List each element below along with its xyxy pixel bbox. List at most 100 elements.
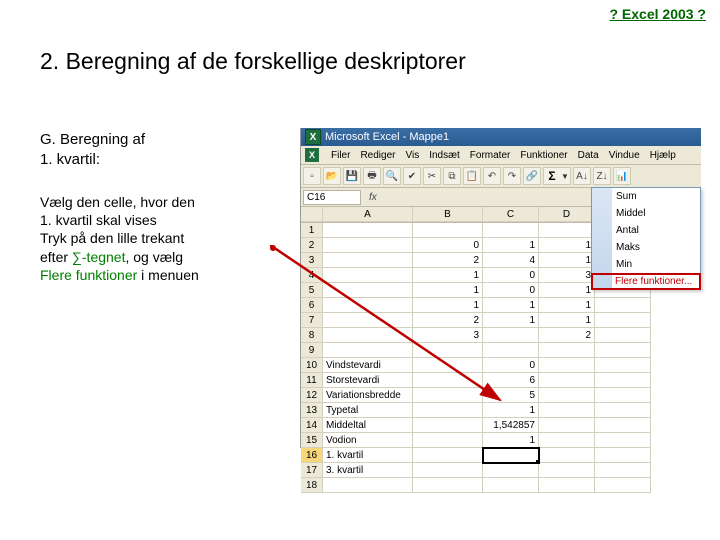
cell[interactable]: 1 bbox=[539, 283, 595, 298]
cell[interactable] bbox=[539, 418, 595, 433]
cell[interactable]: Middeltal bbox=[323, 418, 413, 433]
row-header[interactable]: 3 bbox=[301, 253, 323, 268]
row-header[interactable]: 11 bbox=[301, 373, 323, 388]
cell[interactable] bbox=[413, 418, 483, 433]
save-icon[interactable]: 💾 bbox=[343, 167, 361, 185]
cell[interactable] bbox=[483, 478, 539, 493]
cell[interactable] bbox=[595, 478, 651, 493]
cell[interactable] bbox=[595, 433, 651, 448]
col-C[interactable]: C bbox=[483, 207, 539, 222]
cell[interactable]: 3. kvartil bbox=[323, 463, 413, 478]
name-box[interactable]: C16 bbox=[303, 190, 361, 205]
menuitem-min[interactable]: Min bbox=[592, 256, 700, 273]
cell[interactable] bbox=[595, 358, 651, 373]
row-header[interactable]: 4 bbox=[301, 268, 323, 283]
cell[interactable] bbox=[539, 433, 595, 448]
cell[interactable]: 0 bbox=[483, 358, 539, 373]
row-header[interactable]: 7 bbox=[301, 313, 323, 328]
cell[interactable] bbox=[413, 373, 483, 388]
cell[interactable] bbox=[323, 343, 413, 358]
cell[interactable] bbox=[483, 343, 539, 358]
autosum-button[interactable]: Σ ▼ bbox=[543, 167, 571, 185]
row-header[interactable]: 9 bbox=[301, 343, 323, 358]
cell[interactable]: 2 bbox=[413, 253, 483, 268]
row-header[interactable]: 1 bbox=[301, 223, 323, 238]
menu-formater[interactable]: Formater bbox=[470, 150, 511, 161]
menu-indsaet[interactable]: Indsæt bbox=[429, 150, 460, 161]
cell[interactable] bbox=[595, 463, 651, 478]
cell[interactable]: 5 bbox=[483, 388, 539, 403]
cell[interactable] bbox=[539, 343, 595, 358]
undo-icon[interactable]: ↶ bbox=[483, 167, 501, 185]
cell[interactable]: 3 bbox=[539, 268, 595, 283]
cell[interactable] bbox=[539, 448, 595, 463]
row-header[interactable]: 13 bbox=[301, 403, 323, 418]
cell[interactable] bbox=[595, 343, 651, 358]
cell[interactable] bbox=[413, 448, 483, 463]
cell[interactable] bbox=[595, 328, 651, 343]
cell[interactable]: 0 bbox=[483, 283, 539, 298]
cell[interactable]: 1 bbox=[483, 298, 539, 313]
cell[interactable]: 1 bbox=[539, 313, 595, 328]
cell[interactable]: 1 bbox=[539, 298, 595, 313]
cell[interactable] bbox=[595, 313, 651, 328]
menuitem-antal[interactable]: Antal bbox=[592, 222, 700, 239]
row-header[interactable]: 6 bbox=[301, 298, 323, 313]
cell[interactable]: 1 bbox=[413, 298, 483, 313]
cell[interactable] bbox=[595, 388, 651, 403]
cell[interactable] bbox=[323, 223, 413, 238]
chart-icon[interactable]: 📊 bbox=[613, 167, 631, 185]
cell[interactable] bbox=[413, 463, 483, 478]
link-icon[interactable]: 🔗 bbox=[523, 167, 541, 185]
cut-icon[interactable]: ✂ bbox=[423, 167, 441, 185]
print-icon[interactable]: 🖶 bbox=[363, 167, 381, 185]
cell[interactable]: 1 bbox=[413, 283, 483, 298]
cell[interactable]: 0 bbox=[413, 238, 483, 253]
cell[interactable]: 1 bbox=[483, 403, 539, 418]
paste-icon[interactable]: 📋 bbox=[463, 167, 481, 185]
cell[interactable]: 1 bbox=[413, 268, 483, 283]
col-D[interactable]: D bbox=[539, 207, 595, 222]
row-header[interactable]: 15 bbox=[301, 433, 323, 448]
cell[interactable]: 6 bbox=[483, 373, 539, 388]
cell[interactable] bbox=[323, 478, 413, 493]
menu-vis[interactable]: Vis bbox=[405, 150, 419, 161]
menuitem-maks[interactable]: Maks bbox=[592, 239, 700, 256]
cell[interactable] bbox=[323, 238, 413, 253]
cell[interactable] bbox=[413, 223, 483, 238]
row-header[interactable]: 5 bbox=[301, 283, 323, 298]
cell[interactable] bbox=[539, 373, 595, 388]
row-header[interactable]: 16 bbox=[301, 448, 323, 463]
row-header[interactable]: 17 bbox=[301, 463, 323, 478]
selected-cell[interactable] bbox=[483, 448, 539, 463]
cell[interactable] bbox=[483, 223, 539, 238]
row-header[interactable]: 8 bbox=[301, 328, 323, 343]
row-header[interactable]: 14 bbox=[301, 418, 323, 433]
cell[interactable] bbox=[413, 433, 483, 448]
cell[interactable]: 1 bbox=[539, 253, 595, 268]
cell[interactable]: Typetal bbox=[323, 403, 413, 418]
cell[interactable]: 1,542857 bbox=[483, 418, 539, 433]
row-header[interactable]: 12 bbox=[301, 388, 323, 403]
cell[interactable] bbox=[539, 478, 595, 493]
col-B[interactable]: B bbox=[413, 207, 483, 222]
cell[interactable] bbox=[539, 358, 595, 373]
fx-icon[interactable]: fx bbox=[369, 192, 377, 203]
cell[interactable] bbox=[413, 388, 483, 403]
select-all-corner[interactable] bbox=[301, 207, 323, 222]
open-icon[interactable]: 📂 bbox=[323, 167, 341, 185]
cell[interactable] bbox=[323, 283, 413, 298]
cell[interactable]: 1. kvartil bbox=[323, 448, 413, 463]
col-A[interactable]: A bbox=[323, 207, 413, 222]
cell[interactable]: 1 bbox=[539, 238, 595, 253]
menu-data[interactable]: Data bbox=[578, 150, 599, 161]
redo-icon[interactable]: ↷ bbox=[503, 167, 521, 185]
cell[interactable] bbox=[413, 478, 483, 493]
cell[interactable] bbox=[539, 223, 595, 238]
cell[interactable]: 1 bbox=[483, 433, 539, 448]
cell[interactable]: Vodion bbox=[323, 433, 413, 448]
cell[interactable] bbox=[483, 463, 539, 478]
autosum-dropdown-icon[interactable]: ▼ bbox=[560, 172, 570, 181]
cell[interactable] bbox=[595, 418, 651, 433]
menu-rediger[interactable]: Rediger bbox=[360, 150, 395, 161]
